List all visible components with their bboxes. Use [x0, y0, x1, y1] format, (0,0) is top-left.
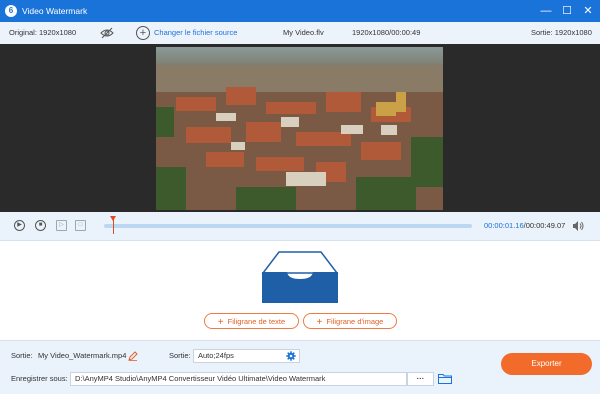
output-name-label: Sortie: [11, 351, 33, 360]
current-time: 00:00:01.16 [484, 221, 524, 230]
window-title: Video Watermark [22, 6, 88, 16]
output-resolution: Sortie: 1920x1080 [531, 28, 592, 37]
title-bar: 6 Video Watermark — ☐ ✕ [0, 0, 600, 22]
video-preview [0, 44, 600, 212]
close-button[interactable]: ✕ [578, 0, 598, 22]
volume-icon[interactable] [572, 220, 584, 232]
eye-hidden-icon[interactable] [100, 27, 114, 39]
frame-icon[interactable]: □ [75, 220, 86, 231]
output-format-field[interactable]: Auto;24fps [193, 349, 300, 363]
timeline-bar: ▶ ■ ▷ □ 00:00:01.16/00:00:49.07 [0, 212, 600, 241]
add-text-watermark-button[interactable]: + Filigrane de texte [204, 313, 299, 329]
output-panel: Sortie: My Video_Watermark.mp4 Sortie: A… [0, 340, 600, 394]
save-path-label: Enregistrer sous: [11, 374, 68, 383]
minimize-button[interactable]: — [536, 0, 556, 22]
playhead-marker[interactable] [110, 216, 116, 234]
plus-icon: + [217, 317, 224, 328]
output-format-value: Auto;24fps [198, 351, 234, 360]
change-source-link[interactable]: Changer le fichier source [154, 22, 237, 44]
folder-icon[interactable] [438, 373, 452, 384]
play-icon[interactable]: ▶ [14, 220, 25, 231]
output-filename[interactable]: My Video_Watermark.mp4 [38, 349, 126, 363]
info-bar: Original: 1920x1080 + Changer le fichier… [0, 22, 600, 45]
pencil-icon[interactable] [128, 351, 138, 361]
maximize-button[interactable]: ☐ [557, 0, 577, 22]
app-logo-icon: 6 [5, 5, 17, 17]
source-info: 1920x1080/00:00:49 [352, 28, 421, 37]
progress-track[interactable] [104, 224, 472, 228]
output-format-label: Sortie: [169, 351, 191, 360]
source-filename: My Video.flv [283, 28, 324, 37]
gear-icon[interactable] [286, 351, 296, 361]
original-resolution: Original: 1920x1080 [9, 28, 77, 37]
save-path-value: D:\AnyMP4 Studio\AnyMP4 Convertisseur Vi… [75, 374, 326, 383]
stop-icon[interactable]: ■ [35, 220, 46, 231]
total-time: /00:00:49.07 [523, 221, 566, 230]
add-source-icon[interactable]: + [136, 26, 150, 40]
browse-button[interactable]: ··· [407, 372, 434, 386]
export-button[interactable]: Exporter [501, 353, 592, 375]
time-display: 00:00:01.16/00:00:49.07 [484, 212, 565, 240]
plus-icon: + [316, 317, 323, 328]
step-forward-icon[interactable]: ▷ [56, 220, 67, 231]
add-image-watermark-button[interactable]: + Filigrane d'image [303, 313, 397, 329]
save-path-field[interactable]: D:\AnyMP4 Studio\AnyMP4 Convertisseur Vi… [70, 372, 407, 386]
inbox-tray-icon [261, 251, 339, 303]
video-frame [156, 47, 443, 210]
